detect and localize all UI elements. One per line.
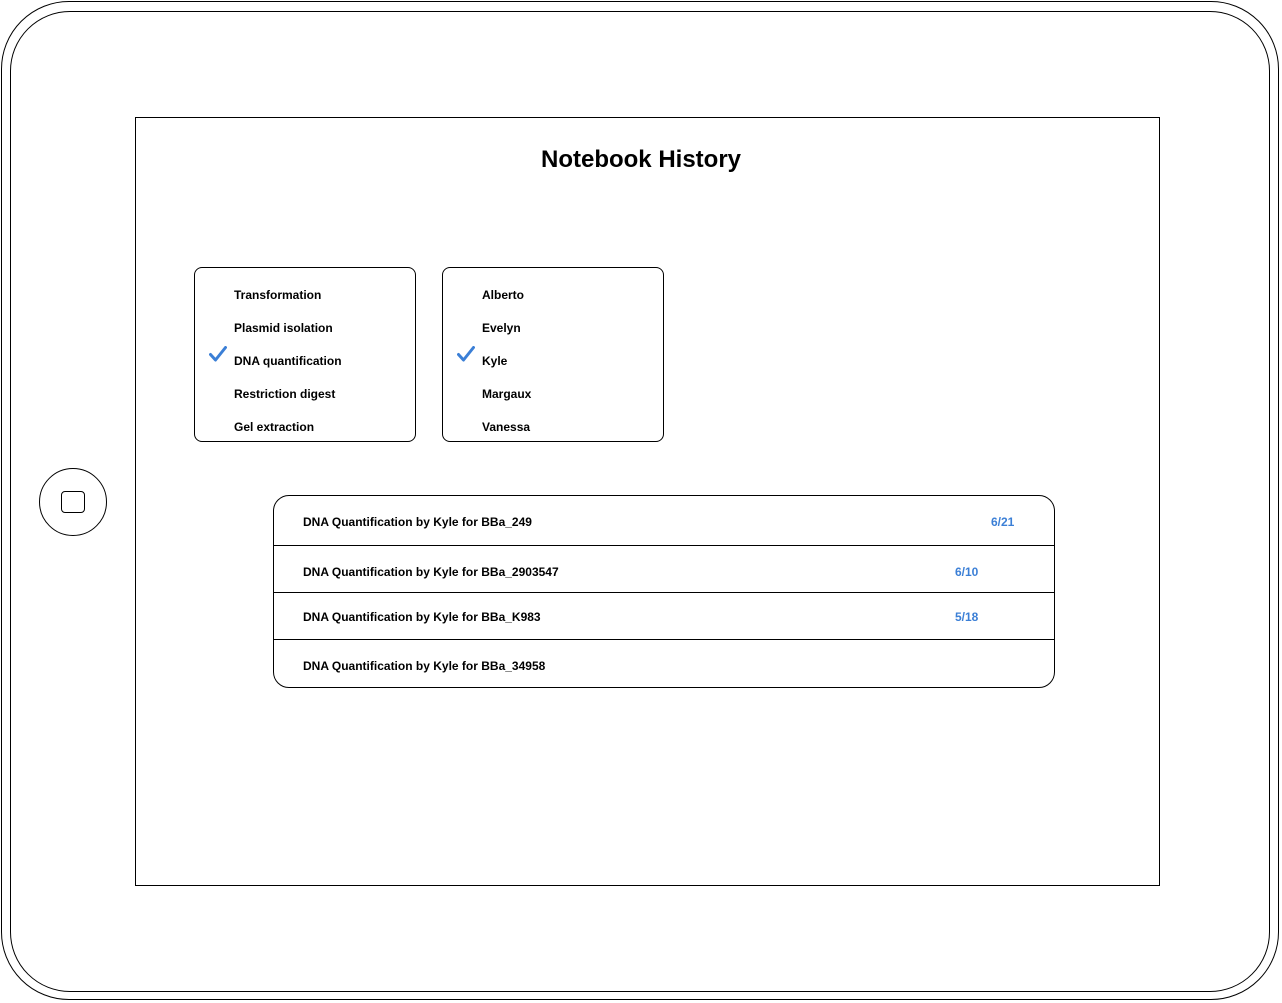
protocol-filter-list: Transformation Plasmid isolation DNA qua…: [194, 267, 416, 442]
option-label: Gel extraction: [234, 420, 315, 434]
result-row[interactable]: DNA Quantification by Kyle for BBa_249 6…: [274, 496, 1054, 545]
result-date: 6/21: [991, 515, 1015, 529]
option-label: Restriction digest: [234, 387, 336, 401]
checkmark-icon: [209, 346, 227, 362]
protocol-option-dna-quantification[interactable]: DNA quantification: [195, 340, 415, 373]
option-label: Evelyn: [482, 321, 521, 335]
result-row[interactable]: DNA Quantification by Kyle for BBa_34958: [274, 639, 1054, 687]
member-option-margaux[interactable]: Margaux: [443, 373, 663, 406]
option-label: DNA quantification: [234, 354, 342, 368]
protocol-option-transformation[interactable]: Transformation: [195, 274, 415, 307]
result-title: DNA Quantification by Kyle for BBa_249: [303, 515, 532, 529]
option-label: Kyle: [482, 354, 508, 368]
member-option-alberto[interactable]: Alberto: [443, 274, 663, 307]
result-title: DNA Quantification by Kyle for BBa_K983: [303, 610, 541, 624]
protocol-option-plasmid-isolation[interactable]: Plasmid isolation: [195, 307, 415, 340]
member-option-vanessa[interactable]: Vanessa: [443, 406, 663, 439]
result-row[interactable]: DNA Quantification by Kyle for BBa_29035…: [274, 545, 1054, 593]
protocol-option-gel-extraction[interactable]: Gel extraction: [195, 406, 415, 439]
result-date: 5/18: [955, 610, 979, 624]
option-label: Plasmid isolation: [234, 321, 333, 335]
option-label: Margaux: [482, 387, 532, 401]
option-label: Vanessa: [482, 420, 531, 434]
member-option-kyle[interactable]: Kyle: [443, 340, 663, 373]
result-title: DNA Quantification by Kyle for BBa_29035…: [303, 565, 559, 579]
member-filter-list: Alberto Evelyn Kyle Margaux Vanessa: [442, 267, 664, 442]
result-title: DNA Quantification by Kyle for BBa_34958: [303, 659, 546, 673]
notebook-results-list: DNA Quantification by Kyle for BBa_249 6…: [273, 495, 1055, 688]
checkmark-icon: [457, 346, 475, 362]
protocol-option-restriction-digest[interactable]: Restriction digest: [195, 373, 415, 406]
option-label: Transformation: [234, 288, 322, 302]
result-date: 6/10: [955, 565, 979, 579]
option-label: Alberto: [482, 288, 524, 302]
page-title: Notebook History: [540, 146, 741, 173]
member-option-evelyn[interactable]: Evelyn: [443, 307, 663, 340]
result-row[interactable]: DNA Quantification by Kyle for BBa_K983 …: [274, 592, 1054, 640]
home-button-icon: [61, 491, 85, 513]
